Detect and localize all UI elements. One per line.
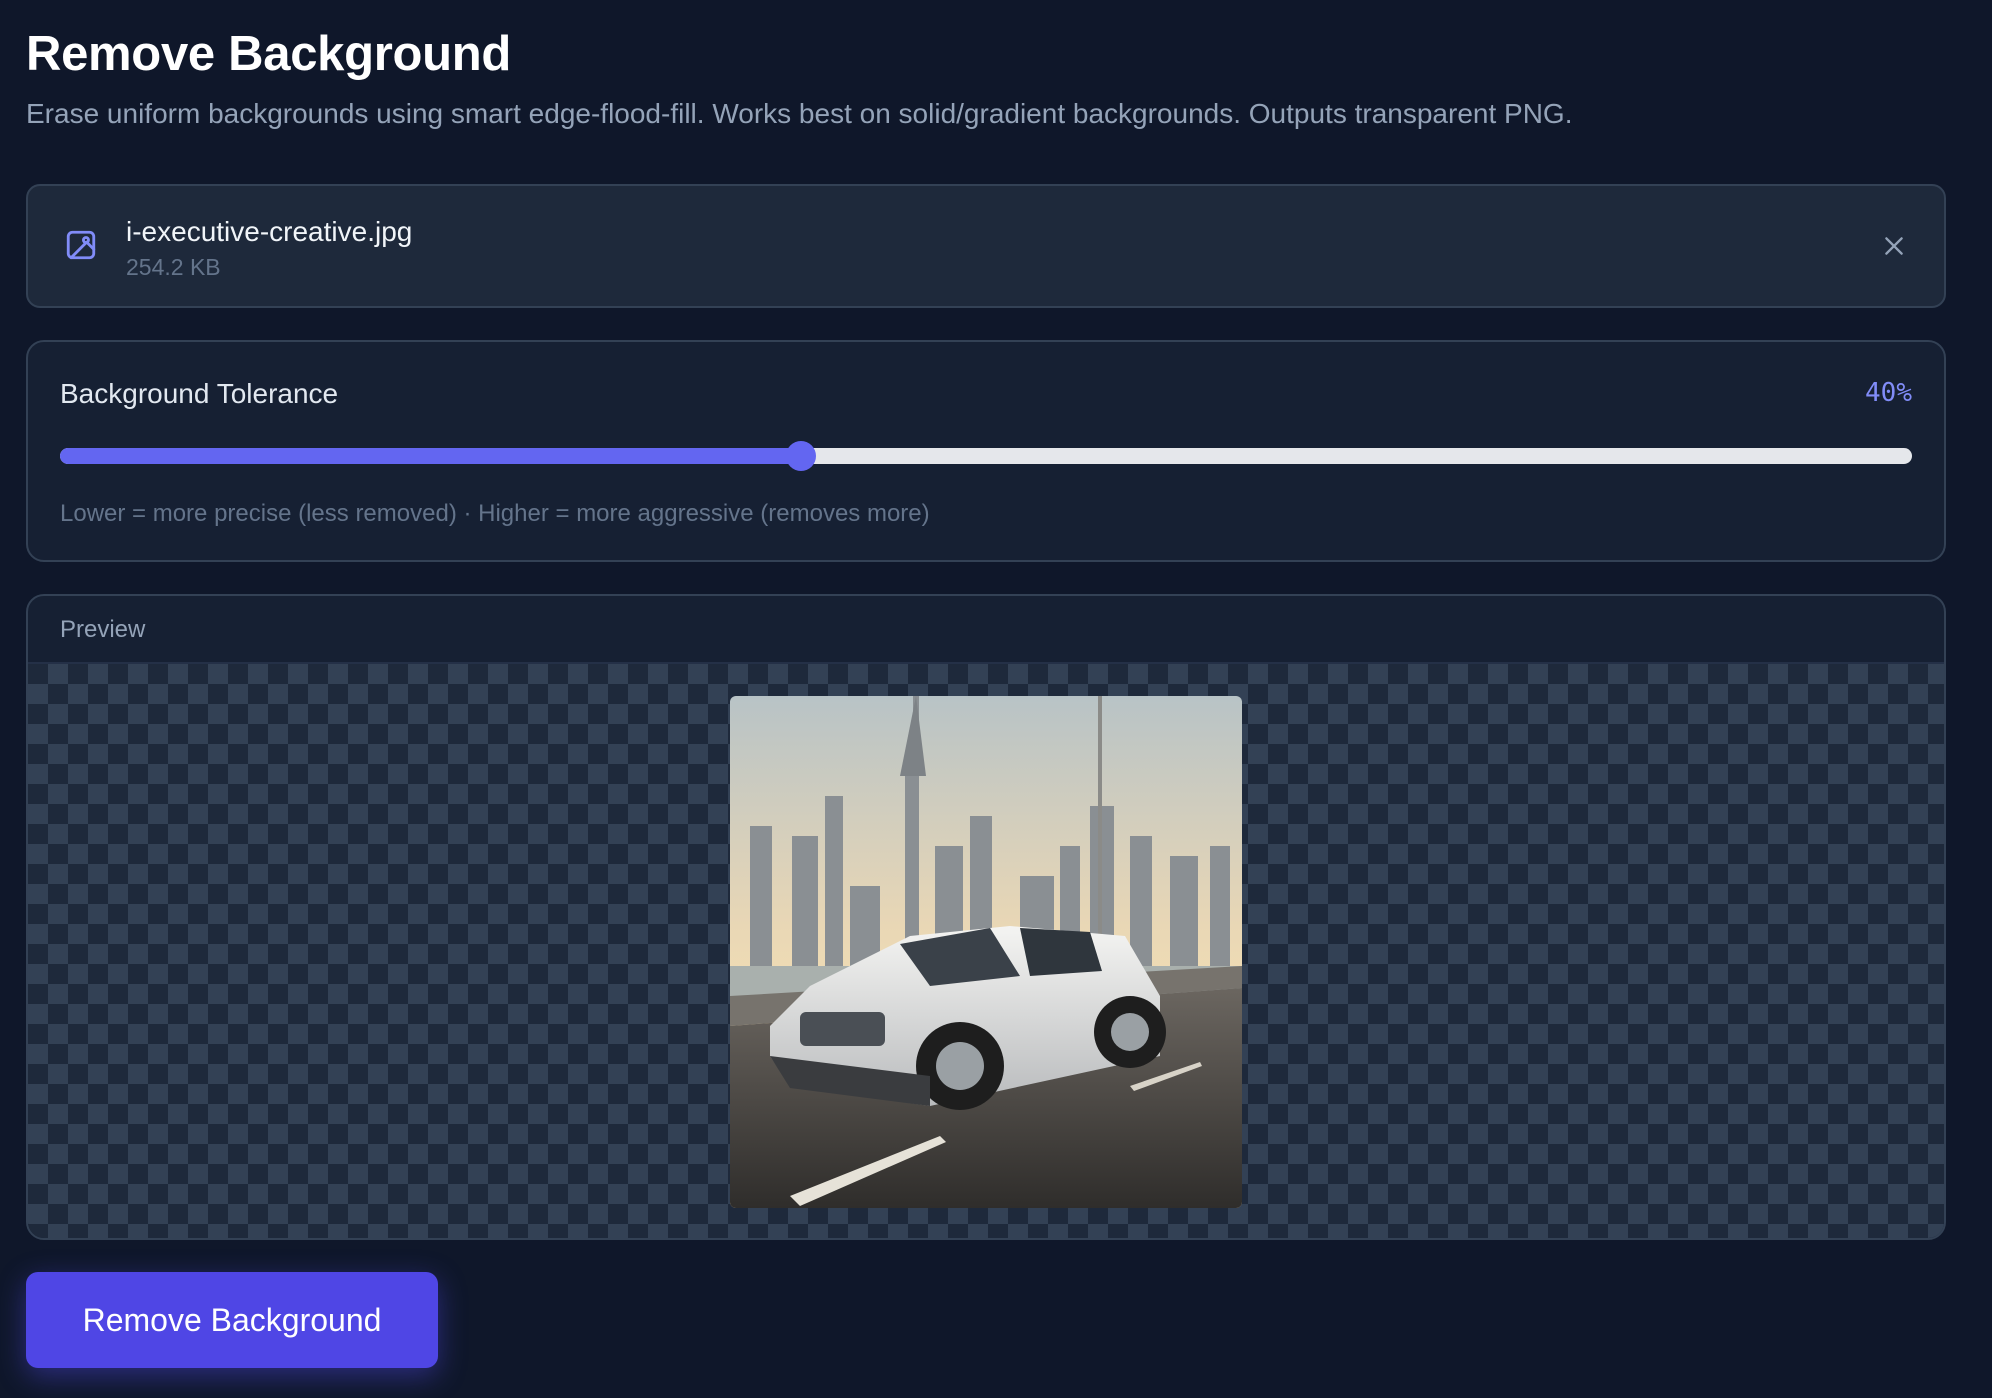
close-icon xyxy=(1885,237,1903,255)
tolerance-value: 40% xyxy=(1865,378,1912,408)
preview-photo xyxy=(730,696,1242,1208)
remove-file-button[interactable] xyxy=(1878,230,1910,262)
preview-label: Preview xyxy=(60,616,146,643)
file-size: 254.2 KB xyxy=(126,254,221,280)
file-name: i-executive-creative.jpg xyxy=(126,216,413,247)
file-card: i-executive-creative.jpg 254.2 KB xyxy=(26,184,1946,308)
tolerance-slider[interactable] xyxy=(60,441,1912,471)
page: Remove Background Erase uniform backgrou… xyxy=(0,0,1992,1398)
image-icon xyxy=(66,230,96,260)
page-subtitle: Erase uniform backgrounds using smart ed… xyxy=(26,98,1573,129)
tolerance-hint: Lower = more precise (less removed) · Hi… xyxy=(60,500,930,527)
transparency-checkerboard xyxy=(28,664,1944,1238)
preview-header: Preview xyxy=(28,596,1944,664)
preview-card: Preview xyxy=(26,594,1946,1240)
slider-fill xyxy=(60,448,801,464)
page-title: Remove Background xyxy=(26,27,512,81)
remove-background-button[interactable]: Remove Background xyxy=(26,1272,438,1368)
slider-thumb[interactable] xyxy=(785,441,816,471)
tolerance-label: Background Tolerance xyxy=(60,378,339,409)
tolerance-card: Background Tolerance 40% Lower = more pr… xyxy=(26,340,1946,562)
preview-image xyxy=(730,696,1242,1208)
